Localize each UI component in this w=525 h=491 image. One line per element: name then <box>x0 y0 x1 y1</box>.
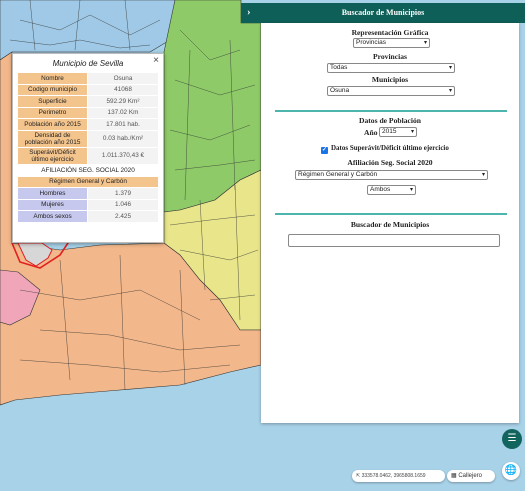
search-label: Buscador de Municipios <box>350 220 430 229</box>
regime-title: Régimen General y Carbón <box>17 175 159 188</box>
callejero-label: Callejero <box>458 473 483 479</box>
panel-header: › Buscador de Municipios <box>241 3 525 23</box>
chevron-down-icon: ▾ <box>409 187 413 193</box>
table-row: Perimetro 137.02 Km <box>17 106 159 119</box>
municipality-search-input[interactable] <box>288 234 500 247</box>
section-divider <box>275 213 507 215</box>
municipalities-label: Municipios <box>371 75 409 84</box>
year-value: 2015 <box>382 128 397 135</box>
regime-select[interactable]: Régimen General y Carbón ▾ <box>295 170 488 180</box>
chevron-down-icon: ▾ <box>481 172 485 178</box>
affiliation-label: Afiliación Seg. Social 2020 <box>347 158 433 167</box>
row-value: 1.379 <box>87 187 159 200</box>
search-panel: Representación Gráfica Provincias ▾ Provi… <box>261 23 519 423</box>
row-key: Perimetro <box>17 106 88 119</box>
municipalities-value: Osuna <box>330 87 350 94</box>
row-key: Densidad de población año 2015 <box>17 129 88 148</box>
row-value: 1.046 <box>87 198 159 211</box>
table-row: Mujeres 1.046 <box>17 198 159 211</box>
row-key: Superávit/Déficit último ejercicio <box>17 146 88 165</box>
year-label: Año <box>364 128 378 137</box>
row-value: 0.03 hab./Km² <box>87 129 159 148</box>
globe-icon[interactable]: 🌐 <box>502 462 520 480</box>
provinces-value: Todas <box>330 64 348 71</box>
chevron-down-icon: ▾ <box>448 65 452 71</box>
chevron-down-icon: ▾ <box>448 88 452 94</box>
row-value: 41068 <box>87 83 159 96</box>
chevron-down-icon: ▾ <box>423 40 427 46</box>
row-value: 1.011.370,43 € <box>87 146 159 165</box>
table-header-row: Régimen General y Carbón <box>17 175 159 188</box>
table-row: Codigo municipio 41068 <box>17 83 159 96</box>
population-label: Datos de Población <box>358 116 422 125</box>
coordinates-readout: ⇱ 333578.0462, 3965808.1659 <box>352 470 445 482</box>
table-row: Superávit/Déficit último ejercicio 1.011.… <box>17 146 159 165</box>
sex-select[interactable]: Ambos ▾ <box>367 185 416 195</box>
representation-label: Representación Gráfica <box>351 28 429 37</box>
callejero-button[interactable]: ▦ Callejero <box>447 470 495 482</box>
table-row: Nombre Osuna <box>17 72 159 85</box>
checkbox-checked-icon[interactable]: ✓ <box>321 147 328 154</box>
row-key: Nombre <box>17 72 88 85</box>
row-value: 17.801 hab. <box>87 118 159 131</box>
section-divider <box>275 110 507 112</box>
row-key: Codigo municipio <box>17 83 88 96</box>
sex-value: Ambos <box>370 186 391 193</box>
table-row: Ambos sexos 2.425 <box>17 210 159 223</box>
chevron-down-icon: ▾ <box>410 129 414 135</box>
municipalities-select[interactable]: Osuna ▾ <box>327 86 455 96</box>
table-row: Población año 2015 17.801 hab. <box>17 118 159 131</box>
table-row: Superficie 592.29 Km² <box>17 95 159 108</box>
row-key: Ambos sexos <box>17 210 88 223</box>
row-value: 137.02 Km <box>87 106 159 119</box>
row-key: Población año 2015 <box>17 118 88 131</box>
affiliation-table: Régimen General y Carbón Hombres 1.379 Mu… <box>17 175 159 223</box>
map-pointer-icon: ⇱ <box>356 473 361 479</box>
regime-value: Régimen General y Carbón <box>298 171 378 178</box>
deficit-checkbox-label: Datos Superávit/Déficit último ejercicio <box>331 144 449 152</box>
provinces-label: Provincias <box>372 52 408 61</box>
year-select[interactable]: 2015 ▾ <box>379 127 417 137</box>
representation-value: Provincias <box>356 39 386 46</box>
municipality-popup: × Municipio de Sevilla Nombre Osuna Codig… <box>12 53 164 243</box>
row-key: Superficie <box>17 95 88 108</box>
table-row: Densidad de población año 2015 0.03 hab./… <box>17 129 159 148</box>
representation-select[interactable]: Provincias ▾ <box>353 38 430 48</box>
row-key: Hombres <box>17 187 88 200</box>
table-row: Hombres 1.379 <box>17 187 159 200</box>
provinces-select[interactable]: Todas ▾ <box>327 63 455 73</box>
row-value: 2.425 <box>87 210 159 223</box>
row-value: Osuna <box>87 72 159 85</box>
coordinates-text: 333578.0462, 3965808.1659 <box>361 473 426 479</box>
affiliation-title: AFILIACIÓN SEG. SOCIAL 2020 <box>41 166 135 174</box>
province-jaen[interactable] <box>0 0 176 61</box>
municipality-info-table: Nombre Osuna Codigo municipio 41068 Superf… <box>17 72 159 165</box>
layers-icon[interactable]: ☰ <box>502 429 522 449</box>
map-icon: ▦ <box>451 473 457 479</box>
panel-title: Buscador de Municipios <box>341 8 425 17</box>
popup-title: Municipio de Sevilla <box>52 59 124 68</box>
close-icon[interactable]: × <box>153 55 159 66</box>
row-key: Mujeres <box>17 198 88 211</box>
deficit-checkbox-row[interactable]: ✓ Datos Superávit/Déficit último ejercici… <box>321 144 449 154</box>
row-value: 592.29 Km² <box>87 95 159 108</box>
